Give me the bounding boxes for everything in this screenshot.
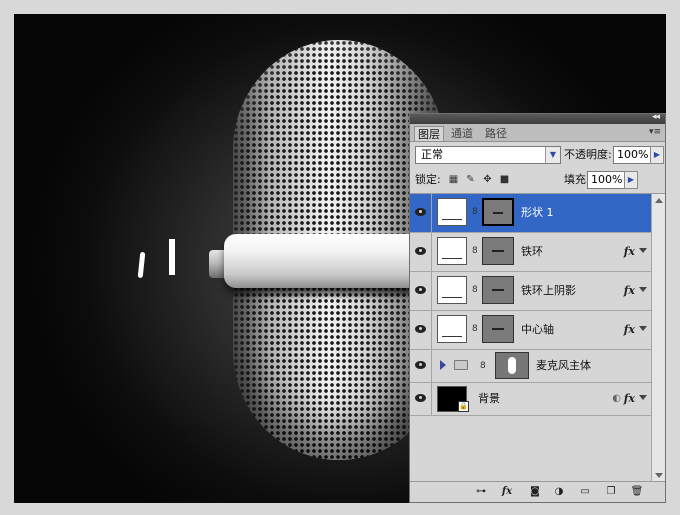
visibility-eye-icon[interactable]	[410, 194, 432, 232]
scroll-up-icon[interactable]	[655, 198, 663, 203]
fx-icon[interactable]: fx	[624, 323, 635, 336]
layer-name[interactable]: 形状 1	[521, 194, 554, 232]
chevron-down-icon[interactable]: ▼	[545, 147, 560, 163]
layer-name[interactable]: 铁环	[521, 233, 543, 271]
tab-paths[interactable]: 路径	[482, 126, 510, 141]
fill-arrow-icon[interactable]: ▶	[624, 171, 638, 189]
link-chain-icon[interactable]: 8	[480, 361, 486, 371]
adjustment-layer-icon[interactable]: ◑	[552, 485, 566, 499]
fx-icon[interactable]: fx	[624, 284, 635, 297]
blend-row: 正常 ▼ 不透明度: 100% ▶	[414, 145, 664, 167]
layer-thumbnail	[437, 198, 467, 226]
link-chain-icon[interactable]: 8	[472, 285, 478, 295]
expand-effects-icon[interactable]	[639, 326, 647, 331]
white-rect-shape	[169, 239, 175, 275]
lock-transparency-icon[interactable]: ▦	[448, 174, 459, 185]
opacity-field[interactable]: 100%	[613, 146, 651, 164]
panel-menu-icon[interactable]: ▾≡	[649, 127, 661, 137]
expand-effects-icon[interactable]	[639, 287, 647, 292]
expand-effects-icon[interactable]	[639, 248, 647, 253]
lock-image-pixels-icon[interactable]: ✎	[465, 174, 476, 185]
vector-mask-thumbnail[interactable]	[482, 237, 514, 265]
scroll-down-icon[interactable]	[655, 473, 663, 478]
new-group-icon[interactable]: ▭	[578, 485, 592, 499]
white-stroke-shape	[137, 251, 146, 279]
layer-name[interactable]: 中心轴	[521, 311, 554, 349]
layer-name[interactable]: 背景	[478, 383, 500, 415]
link-layers-icon[interactable]: ⊶	[474, 485, 488, 499]
lock-all-icon[interactable]: ■	[499, 174, 510, 185]
link-chain-icon[interactable]: 8	[472, 324, 478, 334]
visibility-eye-icon[interactable]	[410, 272, 432, 310]
layers-scrollbar[interactable]	[651, 194, 665, 482]
link-chain-icon[interactable]: 8	[472, 207, 478, 217]
blending-options-icon[interactable]: ◐	[612, 393, 621, 404]
layer-thumbnail	[437, 237, 467, 265]
group-mask-thumbnail[interactable]	[495, 352, 529, 379]
opacity-label: 不透明度:	[564, 148, 612, 161]
layer-row[interactable]: 8 形状 1	[410, 194, 651, 233]
fx-icon[interactable]: fx	[624, 245, 635, 258]
tab-channels[interactable]: 通道	[448, 126, 476, 141]
layer-name[interactable]: 麦克风主体	[536, 350, 591, 382]
vector-mask-thumbnail[interactable]	[482, 198, 514, 226]
layer-thumbnail	[437, 276, 467, 304]
vector-mask-thumbnail[interactable]	[482, 315, 514, 343]
lock-row: 锁定: ▦ ✎ ✥ ■ 填充: 100% ▶	[414, 170, 663, 192]
expand-triangle-icon[interactable]	[440, 360, 446, 370]
visibility-eye-icon[interactable]	[410, 383, 432, 415]
lock-position-icon[interactable]: ✥	[482, 174, 493, 185]
link-chain-icon[interactable]: 8	[472, 246, 478, 256]
fill-label: 填充:	[564, 173, 590, 186]
collapse-double-arrow-icon[interactable]: ◂◂	[652, 112, 660, 122]
visibility-eye-icon[interactable]	[410, 233, 432, 271]
visibility-eye-icon[interactable]	[410, 311, 432, 349]
delete-layer-icon[interactable]: 🗑	[630, 485, 644, 499]
new-layer-icon[interactable]: ❐	[604, 485, 618, 499]
add-mask-icon[interactable]: ◙	[528, 485, 542, 499]
expand-effects-icon[interactable]	[639, 395, 647, 400]
group-row[interactable]: 8 麦克风主体	[410, 350, 651, 383]
opacity-arrow-icon[interactable]: ▶	[650, 146, 664, 164]
fx-icon[interactable]: fx	[624, 392, 635, 405]
layer-row[interactable]: 8 铁环上阴影 fx	[410, 272, 651, 311]
layers-panel: ◂◂ 图层 通道 路径 ▾≡ 正常 ▼ 不透明度: 100% ▶ 锁定: ▦ ✎…	[409, 112, 666, 503]
tab-layers[interactable]: 图层	[414, 126, 444, 141]
fill-field[interactable]: 100%	[587, 171, 625, 189]
panel-tabs: 图层 通道 路径 ▾≡	[410, 124, 665, 142]
layer-row[interactable]: 8 中心轴 fx	[410, 311, 651, 350]
layer-thumbnail	[437, 315, 467, 343]
vector-mask-thumbnail[interactable]	[482, 276, 514, 304]
layer-name[interactable]: 铁环上阴影	[521, 272, 576, 310]
panel-footer: ⊶ fx ◙ ◑ ▭ ❐ 🗑	[410, 481, 665, 502]
layer-row[interactable]: 8 铁环 fx	[410, 233, 651, 272]
background-row[interactable]: 🔒 背景 ◐ fx	[410, 383, 651, 416]
blend-mode-select[interactable]: 正常 ▼	[415, 146, 561, 164]
layers-list: 8 形状 1 8 铁环 fx 8 铁环上阴影 fx 8 中心轴 fx 8 麦克风…	[410, 194, 651, 416]
panel-titlebar[interactable]: ◂◂	[410, 112, 665, 124]
lock-icon: 🔒	[458, 401, 469, 412]
visibility-eye-icon[interactable]	[410, 350, 432, 382]
blend-mode-value: 正常	[421, 148, 443, 161]
folder-icon	[454, 360, 468, 370]
lock-label: 锁定:	[415, 173, 441, 186]
add-style-icon[interactable]: fx	[500, 485, 514, 499]
